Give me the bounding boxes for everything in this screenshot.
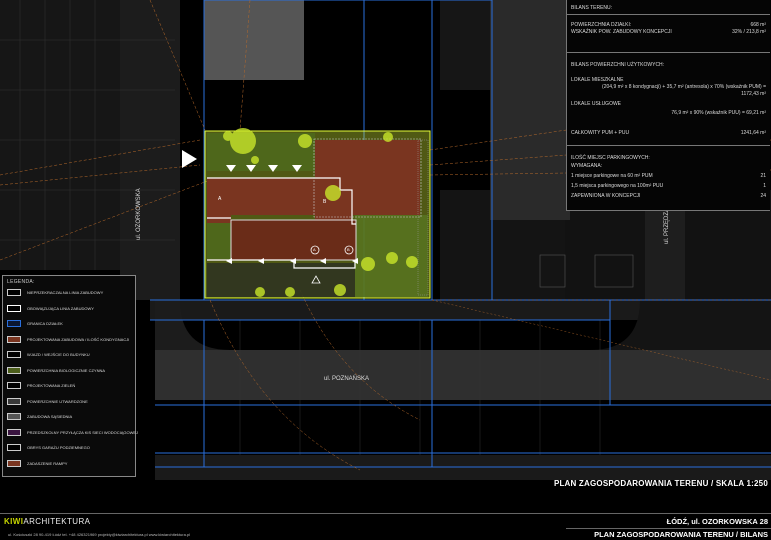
legend-swatch	[7, 289, 21, 296]
balance-panel: BILANS TERENU: POWIERZCHNIA DZIAŁKI: 668…	[566, 0, 770, 211]
brand-logo: KIWIARCHITEKTURA	[4, 517, 91, 526]
parking-row-value: 1	[763, 183, 766, 189]
legend-item: WJAZD / WEJŚCIE DO BUDYNKU	[7, 351, 133, 361]
legend-swatch	[7, 459, 21, 467]
legend-swatch	[7, 382, 21, 389]
sheet-title: PLAN ZAGOSPODAROWANIA TERENU / SKALA 1:2…	[553, 479, 768, 488]
legend-swatch	[7, 413, 21, 420]
legend-item: PRZEDSZKOLNY PRZYŁĄCZA KIS SIECI WODOCIĄ…	[7, 428, 138, 439]
building-label-b: B	[323, 199, 327, 205]
legend-label: OBRYS GARAŻU PODZIEMNEGO	[27, 445, 90, 450]
legend-label: NIEPRZEKRACZALNA LINIA ZABUDOWY	[27, 290, 104, 295]
service-formula: 76,9 m² x 90% (wskaźnik PUU) = 69,21 m²	[671, 110, 766, 116]
residential-value: 1172,43 m²	[741, 91, 766, 97]
balance-row-value: 32% / 213,8 m²	[732, 29, 766, 35]
legend-item: OBOWIĄZUJĄCA LINIA ZABUDOWY	[7, 304, 133, 315]
parking-heading: ILOŚĆ MIEJSC PARKINGOWYCH:	[571, 155, 650, 161]
street-ozorkowska	[120, 0, 180, 300]
legend-label: PROJEKTOWANA ZABUDOWA / ILOŚĆ KONDYGNACJ…	[27, 336, 130, 342]
parking-row-value: 21	[760, 173, 766, 179]
building-label-a: A	[218, 196, 222, 202]
office-address: ul. Kościuszki 28 90-419 Łódź tel. +48 4…	[8, 532, 191, 537]
legend-label: GRANICA DZIAŁEK	[27, 321, 63, 326]
street-label-ozorkowska: ul. OZORKOWSKA	[136, 188, 142, 240]
parking-row-label: ZAPEWNIONA W KONCEPCJI	[571, 193, 641, 199]
parking-row-label: 1,5 miejsca parkingowego na 100m² PUU	[571, 183, 664, 189]
service-label: LOKALE USŁUGOWE	[571, 101, 622, 107]
building-lower-block	[230, 219, 357, 261]
legend-label: PRZEDSZKOLNY PRZYŁĄCZA KIS SIECI WODOCIĄ…	[27, 429, 139, 435]
balance-row-label: WSKAŹNIK POW. ZABUDOWY KONCEPCJI	[571, 29, 672, 35]
legend-label: POWIERZCHNIA BIOLOGICZNIE CZYNNA	[27, 367, 106, 373]
parking-row-value: 24	[760, 193, 766, 199]
tag-label-b: B	[347, 247, 350, 252]
legend-swatch	[7, 366, 21, 374]
balance-row-label: POWIERZCHNIA DZIAŁKI:	[571, 22, 632, 28]
legend-label: WJAZD / WEJŚCIE DO BUDYNKU	[27, 352, 90, 357]
legend-label: PROJEKTOWANA ZIELEŃ	[27, 383, 76, 388]
parking-required-label: WYMAGANA:	[571, 163, 603, 169]
balance-row-value: 668 m²	[750, 22, 766, 28]
street-label-poznanska: ul. POZNAŃSKA	[324, 376, 370, 382]
residential-formula: (204,9 m² x 8 kondygnacji) + 35,7 m² (an…	[602, 84, 766, 90]
legend-swatch	[7, 397, 21, 405]
legend-label: ZABUDOWA SĄSIEDNIA	[27, 414, 73, 419]
legend-item: POWIERZCHNIA BIOLOGICZNIE CZYNNA	[7, 366, 133, 377]
legend-swatch	[7, 428, 21, 436]
legend-swatch	[7, 351, 21, 358]
residential-label: LOKALE MIESZKALNE	[571, 77, 624, 83]
street-label-przedza: ul. PRZĘDZA	[664, 207, 670, 244]
neighbour-building-east	[490, 0, 570, 220]
legend-item: ZABUDOWA SĄSIEDNIA	[7, 413, 133, 423]
legend-item: PROJEKTOWANA ZABUDOWA / ILOŚĆ KONDYGNACJ…	[7, 335, 133, 346]
neighbour-building-north	[204, 0, 304, 80]
legend-label: POWIERZCHNIE UTWARDZONE	[27, 398, 88, 404]
tag-label-a: A	[313, 247, 316, 252]
legend-item: ZADASZENIE RAMPY	[7, 459, 133, 470]
balance-heading: BILANS TERENU:	[571, 5, 613, 11]
legend-swatch	[7, 444, 21, 451]
legend-item: PROJEKTOWANA ZIELEŃ	[7, 382, 133, 392]
legend: LEGENDA: NIEPRZEKRACZALNA LINIA ZABUDOWY…	[2, 275, 138, 477]
legend-label: ZADASZENIE RAMPY	[27, 460, 68, 466]
legend-item: OBRYS GARAŻU PODZIEMNEGO	[7, 444, 133, 454]
legend-title: LEGENDA:	[7, 279, 35, 285]
legend-item: NIEPRZEKRACZALNA LINIA ZABUDOWY	[7, 289, 133, 299]
total-label: CAŁKOWITY PUM + PUU	[571, 130, 630, 136]
sheet-subtitle: PLAN ZAGOSPODAROWANIA TERENU / BILANS	[594, 530, 768, 539]
legend-swatch	[7, 335, 21, 343]
legend-label: OBOWIĄZUJĄCA LINIA ZABUDOWY	[27, 305, 94, 311]
legend-item: GRANICA DZIAŁEK	[7, 320, 133, 330]
project-name: ŁÓDŹ, ul. OZORKOWSKA 28	[666, 517, 768, 526]
legend-swatch	[7, 320, 21, 327]
parking-row-label: 1 miejsce parkingowe na 60 m² PUM	[571, 173, 653, 179]
street-poznanska	[155, 350, 771, 400]
usable-heading: BILANS POWIERZCHNI UŻYTKOWYCH:	[571, 62, 665, 68]
total-value: 1241,64 m²	[740, 130, 766, 136]
legend-swatch	[7, 304, 21, 312]
legend-item: POWIERZCHNIE UTWARDZONE	[7, 397, 133, 408]
